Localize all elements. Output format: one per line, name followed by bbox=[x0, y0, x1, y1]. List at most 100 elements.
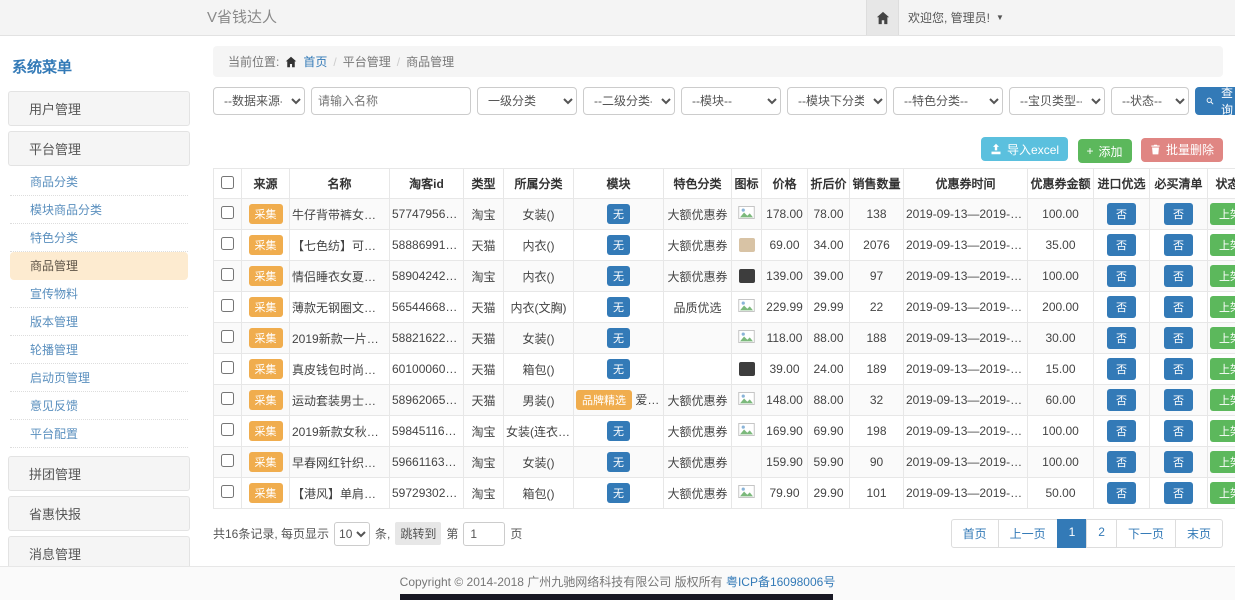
sidebar-group[interactable]: 平台管理 bbox=[8, 131, 190, 166]
product-category: 女装() bbox=[504, 323, 574, 354]
coupon-time: 2019-09-13—2019-09-15 bbox=[904, 385, 1028, 416]
batch-delete-button[interactable]: 批量删除 bbox=[1141, 138, 1223, 162]
status-button[interactable]: 上架 bbox=[1210, 389, 1235, 411]
sidebar-item[interactable]: 商品管理 bbox=[10, 252, 188, 280]
status-button[interactable]: 上架 bbox=[1210, 234, 1235, 256]
status-button[interactable]: 上架 bbox=[1210, 451, 1235, 473]
must-buy-toggle[interactable]: 否 bbox=[1164, 234, 1193, 256]
table-row: 采集2019新款女秋薄款...598451162391淘宝女装(连衣裙)无大额优… bbox=[214, 416, 1235, 447]
import-select-toggle[interactable]: 否 bbox=[1107, 296, 1136, 318]
row-checkbox[interactable] bbox=[221, 206, 234, 219]
row-checkbox[interactable] bbox=[221, 454, 234, 467]
status-button[interactable]: 上架 bbox=[1210, 296, 1235, 318]
must-buy-toggle[interactable]: 否 bbox=[1164, 203, 1193, 225]
import-select-toggle[interactable]: 否 bbox=[1107, 420, 1136, 442]
taoke-id: 601000601341 bbox=[390, 354, 464, 385]
import-select-toggle[interactable]: 否 bbox=[1107, 327, 1136, 349]
page-button[interactable]: 上一页 bbox=[998, 519, 1058, 548]
sales-count: 22 bbox=[850, 292, 904, 323]
discount-price: 29.99 bbox=[808, 292, 850, 323]
filter-select[interactable]: --模块下分类-- bbox=[787, 87, 887, 115]
row-checkbox[interactable] bbox=[221, 237, 234, 250]
page-button[interactable]: 末页 bbox=[1175, 519, 1223, 548]
must-buy-toggle[interactable]: 否 bbox=[1164, 358, 1193, 380]
taoke-id: 588869917501 bbox=[390, 230, 464, 261]
page-button[interactable]: 1 bbox=[1057, 519, 1088, 548]
row-checkbox[interactable] bbox=[221, 485, 234, 498]
sidebar-item[interactable]: 意见反馈 bbox=[10, 392, 188, 420]
sidebar-item[interactable]: 宣传物料 bbox=[10, 280, 188, 308]
filter-select[interactable]: --特色分类-- bbox=[893, 87, 1003, 115]
icon-cell bbox=[732, 323, 762, 354]
must-buy-toggle[interactable]: 否 bbox=[1164, 482, 1193, 504]
row-checkbox[interactable] bbox=[221, 423, 234, 436]
filter-select[interactable]: 一级分类 bbox=[477, 87, 577, 115]
per-page-select[interactable]: 10 bbox=[334, 522, 370, 546]
home-button[interactable] bbox=[866, 0, 899, 35]
filter-select[interactable]: --二级分类-- bbox=[583, 87, 675, 115]
must-buy-toggle[interactable]: 否 bbox=[1164, 389, 1193, 411]
row-checkbox[interactable] bbox=[221, 392, 234, 405]
import-select-toggle[interactable]: 否 bbox=[1107, 358, 1136, 380]
page-button[interactable]: 2 bbox=[1086, 519, 1117, 548]
sidebar-item[interactable]: 轮播管理 bbox=[10, 336, 188, 364]
icp-link[interactable]: 粤ICP备16098006号 bbox=[726, 575, 835, 589]
taoke-id: 588216228899 bbox=[390, 323, 464, 354]
filter-select[interactable]: --状态-- bbox=[1111, 87, 1189, 115]
import-select-toggle[interactable]: 否 bbox=[1107, 482, 1136, 504]
status-button[interactable]: 上架 bbox=[1210, 358, 1235, 380]
filter-select[interactable]: --数据来源-- bbox=[213, 87, 305, 115]
search-button[interactable]: 查询 bbox=[1195, 87, 1235, 115]
product-thumbnail bbox=[739, 362, 755, 376]
name-filter-input[interactable] bbox=[311, 87, 471, 115]
sidebar-group[interactable]: 用户管理 bbox=[8, 91, 190, 126]
sidebar-group[interactable]: 拼团管理 bbox=[8, 456, 190, 491]
sidebar-item[interactable]: 平台配置 bbox=[10, 420, 188, 448]
feature-category: 大额优惠券 bbox=[664, 447, 732, 478]
status-button[interactable]: 上架 bbox=[1210, 327, 1235, 349]
discount-price: 88.00 bbox=[808, 385, 850, 416]
image-placeholder-icon bbox=[738, 206, 755, 219]
sidebar-item[interactable]: 特色分类 bbox=[10, 224, 188, 252]
sidebar-item[interactable]: 版本管理 bbox=[10, 308, 188, 336]
price: 159.90 bbox=[762, 447, 808, 478]
page-button[interactable]: 下一页 bbox=[1116, 519, 1176, 548]
add-button[interactable]: + 添加 bbox=[1078, 139, 1132, 163]
icon-cell bbox=[732, 416, 762, 447]
import-select-toggle[interactable]: 否 bbox=[1107, 265, 1136, 287]
page-button[interactable]: 首页 bbox=[951, 519, 999, 548]
must-buy-toggle[interactable]: 否 bbox=[1164, 451, 1193, 473]
sidebar-item[interactable]: 商品分类 bbox=[10, 168, 188, 196]
sidebar-group[interactable]: 消息管理 bbox=[8, 536, 190, 566]
must-buy-toggle[interactable]: 否 bbox=[1164, 265, 1193, 287]
user-menu[interactable]: 欢迎您, 管理员! ▼ bbox=[908, 0, 1004, 35]
import-select-toggle[interactable]: 否 bbox=[1107, 451, 1136, 473]
row-checkbox[interactable] bbox=[221, 330, 234, 343]
import-select-toggle[interactable]: 否 bbox=[1107, 234, 1136, 256]
row-checkbox[interactable] bbox=[221, 299, 234, 312]
row-checkbox[interactable] bbox=[221, 268, 234, 281]
must-buy-toggle[interactable]: 否 bbox=[1164, 420, 1193, 442]
taoke-id: 577479560965 bbox=[390, 199, 464, 230]
sidebar-item[interactable]: 启动页管理 bbox=[10, 364, 188, 392]
select-all-checkbox[interactable] bbox=[221, 176, 234, 189]
sales-count: 32 bbox=[850, 385, 904, 416]
status-button[interactable]: 上架 bbox=[1210, 482, 1235, 504]
status-button[interactable]: 上架 bbox=[1210, 420, 1235, 442]
filter-select[interactable]: --模块-- bbox=[681, 87, 781, 115]
home-icon bbox=[876, 11, 890, 25]
row-checkbox[interactable] bbox=[221, 361, 234, 374]
sidebar-group[interactable]: 省惠快报 bbox=[8, 496, 190, 531]
import-select-toggle[interactable]: 否 bbox=[1107, 389, 1136, 411]
import-select-toggle[interactable]: 否 bbox=[1107, 203, 1136, 225]
breadcrumb-prefix: 当前位置: bbox=[228, 53, 279, 70]
import-excel-button[interactable]: 导入excel bbox=[981, 137, 1068, 161]
status-button[interactable]: 上架 bbox=[1210, 203, 1235, 225]
breadcrumb-home-link[interactable]: 首页 bbox=[303, 53, 327, 70]
filter-select[interactable]: --宝贝类型-- bbox=[1009, 87, 1105, 115]
jump-page-input[interactable] bbox=[463, 522, 505, 546]
must-buy-toggle[interactable]: 否 bbox=[1164, 327, 1193, 349]
must-buy-toggle[interactable]: 否 bbox=[1164, 296, 1193, 318]
status-button[interactable]: 上架 bbox=[1210, 265, 1235, 287]
sidebar-item[interactable]: 模块商品分类 bbox=[10, 196, 188, 224]
